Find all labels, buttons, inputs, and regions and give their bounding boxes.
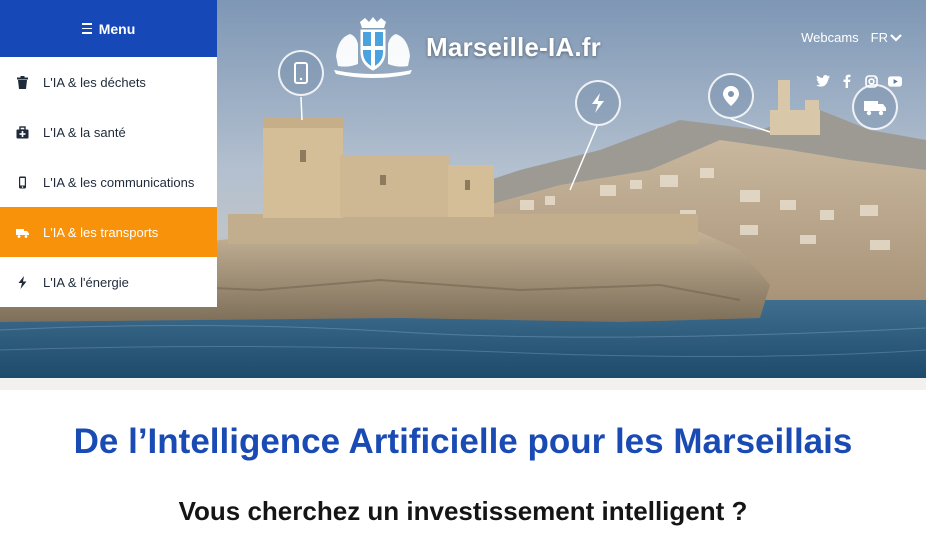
instagram-icon[interactable] — [864, 74, 878, 88]
marseille-coat-of-arms-icon — [334, 17, 412, 78]
lightning-icon — [575, 80, 621, 126]
language-label: FR — [870, 30, 888, 45]
youtube-icon[interactable] — [888, 74, 902, 88]
menu-item-health[interactable]: L'IA & la santé — [0, 107, 217, 157]
trash-icon — [16, 75, 29, 89]
menu-item-label: L'IA & les communications — [43, 174, 195, 190]
menu-item-label: L'IA & les déchets — [43, 74, 146, 90]
truck-icon — [16, 226, 29, 239]
page-subtitle: Vous cherchez un investissement intellig… — [178, 496, 748, 526]
social-links — [816, 74, 902, 88]
language-selector[interactable]: FR — [871, 30, 902, 45]
mobile-phone-icon — [278, 50, 324, 96]
menu-item-energy[interactable]: L'IA & l'énergie — [0, 257, 217, 307]
lightning-icon — [16, 275, 29, 289]
menu-item-transports[interactable]: L'IA & les transports — [0, 207, 217, 257]
section-divider — [0, 378, 926, 390]
chevron-down-icon — [890, 33, 902, 42]
page-title: De l’Intelligence Artificielle pour les … — [73, 422, 853, 461]
menu-item-label: L'IA & la santé — [43, 124, 126, 140]
mobile-phone-icon — [16, 176, 29, 189]
side-menu: Menu L'IA & les déchets L'IA & la santé … — [0, 0, 217, 307]
menu-item-communications[interactable]: L'IA & les communications — [0, 157, 217, 207]
location-pin-icon — [708, 73, 754, 119]
page: Marseille-IA.fr Webcams FR Menu L'IA & l… — [0, 0, 926, 543]
hamburger-icon — [81, 23, 92, 34]
menu-item-waste[interactable]: L'IA & les déchets — [0, 57, 217, 107]
medical-bag-icon — [16, 125, 29, 139]
menu-toggle-button[interactable]: Menu — [0, 0, 217, 57]
site-logo[interactable]: Marseille-IA.fr — [330, 16, 601, 78]
facebook-icon[interactable] — [840, 74, 854, 88]
twitter-icon[interactable] — [816, 74, 830, 88]
top-right-nav: Webcams FR — [801, 30, 902, 45]
menu-item-label: L'IA & les transports — [43, 224, 159, 240]
webcams-link[interactable]: Webcams — [801, 30, 859, 45]
menu-item-label: L'IA & l'énergie — [43, 274, 129, 290]
site-title: Marseille-IA.fr — [426, 31, 601, 62]
truck-icon — [852, 84, 898, 130]
menu-label: Menu — [98, 20, 136, 37]
